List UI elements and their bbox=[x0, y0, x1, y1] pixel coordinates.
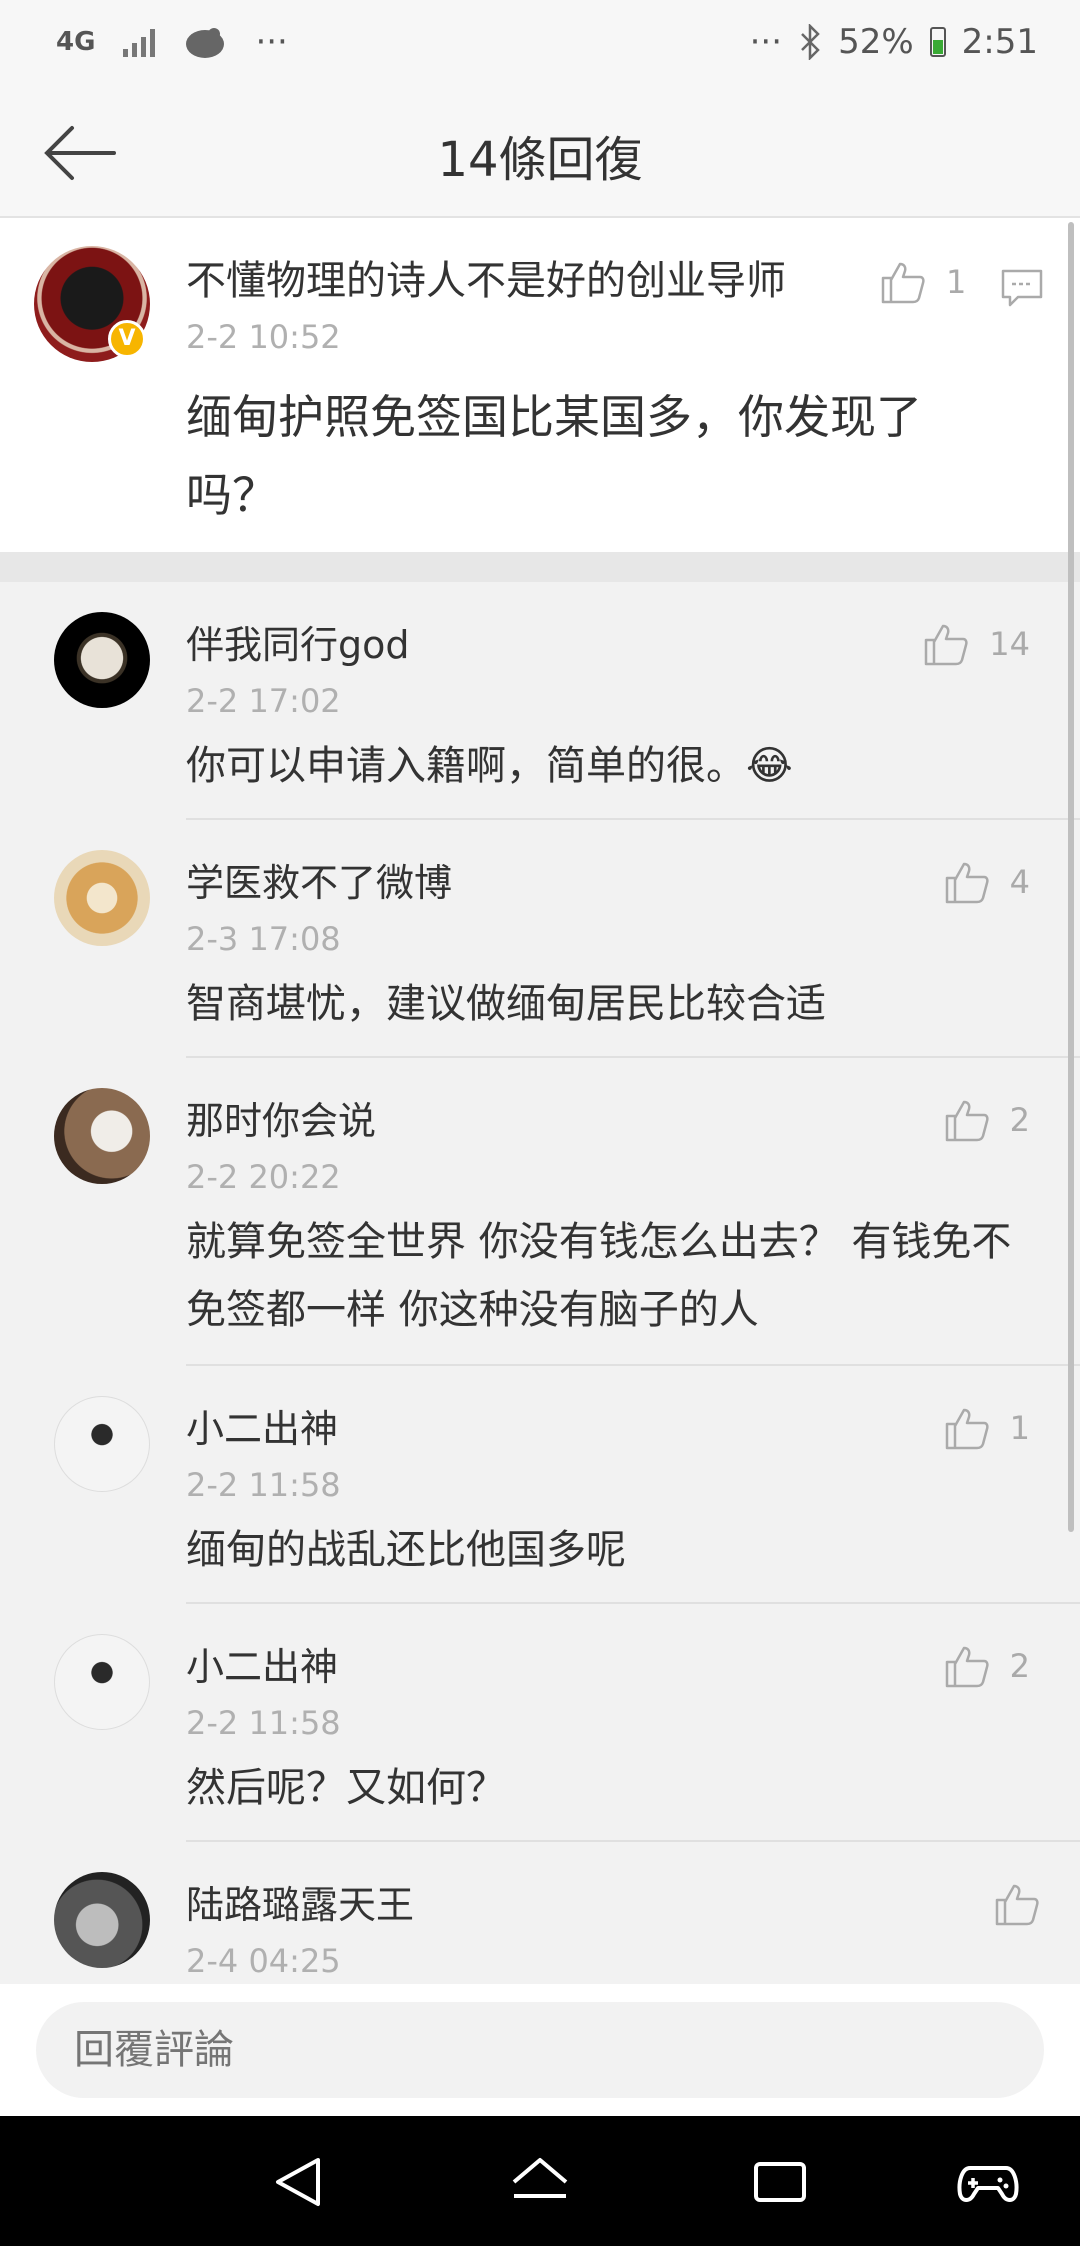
battery-icon bbox=[929, 27, 946, 57]
scrollbar[interactable] bbox=[1068, 222, 1074, 1532]
thumbs-up-icon bbox=[945, 862, 989, 904]
reply-text: 智商堪忧，建议做缅甸居民比较合适 bbox=[186, 981, 826, 1027]
system-nav-bar bbox=[0, 2116, 1080, 2246]
reply-item: 伴我同行god 2-2 17:02 你可以申请入籍啊，简单的很。😂 14 bbox=[0, 582, 1080, 820]
reply-text: 就算免签全世界 你没有钱怎么出去？ 有钱免不免签都一样 你这种没有脑子的人 bbox=[186, 1219, 1012, 1333]
like-button[interactable]: 1 bbox=[880, 260, 966, 304]
avatar[interactable] bbox=[54, 1634, 150, 1730]
status-left: 4G ··· bbox=[56, 22, 288, 62]
like-count: 4 bbox=[1009, 863, 1030, 901]
like-button[interactable]: 2 bbox=[944, 1644, 1030, 1688]
reply-item: 学医救不了微博 2-3 17:08 智商堪忧，建议做缅甸居民比较合适 4 bbox=[0, 820, 1080, 1058]
like-button[interactable]: 4 bbox=[944, 860, 1030, 904]
reply-item: 那时你会说 2-2 20:22 就算免签全世界 你没有钱怎么出去？ 有钱免不免签… bbox=[0, 1058, 1080, 1366]
page-title: 14條回復 bbox=[437, 132, 643, 188]
username[interactable]: 陆路璐露天王 bbox=[186, 1874, 414, 1929]
nav-recents-icon[interactable] bbox=[748, 2152, 812, 2212]
timestamp: 2-3 17:08 bbox=[186, 920, 341, 958]
nav-back-icon[interactable] bbox=[268, 2152, 332, 2212]
thumbs-up-icon bbox=[945, 1646, 989, 1688]
battery-percent: 52% bbox=[838, 22, 914, 62]
network-type: 4G bbox=[56, 27, 96, 57]
status-bar: 4G ··· ··· 52% 2:51 bbox=[0, 0, 1080, 90]
clock: 2:51 bbox=[961, 22, 1038, 62]
reply-item: 小二出神 2-2 11:58 然后呢？又如何？ 2 bbox=[0, 1604, 1080, 1842]
comment-text: 缅甸护照免签国比某国多，你发现了吗？ bbox=[186, 390, 922, 522]
timestamp: 2-2 17:02 bbox=[186, 682, 341, 720]
reply-text: 缅甸的战乱还比他国多呢 bbox=[186, 1527, 626, 1573]
thumbs-up-icon bbox=[995, 1884, 1039, 1926]
top-app-bar: 14條回復 bbox=[0, 90, 1080, 218]
like-button[interactable]: 2 bbox=[944, 1098, 1030, 1142]
timestamp: 2-2 11:58 bbox=[186, 1466, 341, 1504]
thumbs-up-icon bbox=[881, 262, 925, 304]
reply-text: 你可以申请入籍啊，简单的很。😂 bbox=[186, 743, 793, 789]
comment-icon[interactable] bbox=[1000, 268, 1044, 308]
thumbs-up-icon bbox=[945, 1100, 989, 1142]
status-right-dots: ··· bbox=[749, 22, 783, 62]
reply-item: 小二出神 2-2 11:58 缅甸的战乱还比他国多呢 1 bbox=[0, 1366, 1080, 1604]
like-button[interactable]: 1 bbox=[944, 1406, 1030, 1450]
like-button[interactable]: 14 bbox=[923, 622, 1030, 666]
status-right: ··· 52% 2:51 bbox=[750, 22, 1038, 62]
avatar[interactable] bbox=[54, 612, 150, 708]
reply-bar bbox=[0, 1984, 1080, 2116]
timestamp: 2-4 04:25 bbox=[186, 1942, 341, 1980]
avatar[interactable] bbox=[54, 1872, 150, 1968]
like-count: 2 bbox=[1009, 1647, 1030, 1685]
reply-item: 陆路璐露天王 2-4 04:25 bbox=[0, 1842, 1080, 1984]
username[interactable]: 学医救不了微博 bbox=[186, 852, 452, 907]
username[interactable]: 不懂物理的诗人不是好的创业导师 bbox=[186, 248, 786, 306]
avatar[interactable] bbox=[54, 1396, 150, 1492]
thumbs-up-icon bbox=[925, 624, 968, 666]
bluetooth-icon bbox=[801, 24, 820, 60]
like-count: 1 bbox=[1009, 1409, 1030, 1447]
verified-badge: V bbox=[108, 320, 146, 358]
avatar[interactable] bbox=[54, 850, 150, 946]
username[interactable]: 小二出神 bbox=[186, 1398, 338, 1453]
weibo-notification-icon bbox=[186, 28, 225, 58]
avatar[interactable] bbox=[54, 1088, 150, 1184]
like-count: 2 bbox=[1009, 1101, 1030, 1139]
username[interactable]: 小二出神 bbox=[186, 1636, 338, 1691]
timestamp: 2-2 20:22 bbox=[186, 1158, 341, 1196]
reply-input[interactable] bbox=[36, 2002, 1044, 2098]
username[interactable]: 那时你会说 bbox=[186, 1090, 376, 1145]
section-divider bbox=[0, 552, 1080, 582]
thumbs-up-icon bbox=[945, 1408, 989, 1450]
reply-text: 然后呢？又如何？ bbox=[186, 1765, 506, 1811]
nav-home-icon[interactable] bbox=[508, 2152, 572, 2212]
timestamp: 2-2 11:58 bbox=[186, 1704, 341, 1742]
status-more-dots: ··· bbox=[255, 22, 288, 62]
game-controller-icon[interactable] bbox=[956, 2152, 1020, 2212]
like-button[interactable] bbox=[994, 1882, 1040, 1926]
timestamp: 2-2 10:52 bbox=[186, 318, 341, 356]
username[interactable]: 伴我同行god bbox=[186, 614, 410, 669]
like-count: 14 bbox=[989, 625, 1030, 663]
like-count: 1 bbox=[946, 263, 967, 301]
signal-icon bbox=[123, 27, 156, 57]
main-comment: V 不懂物理的诗人不是好的创业导师 2-2 10:52 缅甸护照免签国比某国多，… bbox=[0, 218, 1080, 552]
